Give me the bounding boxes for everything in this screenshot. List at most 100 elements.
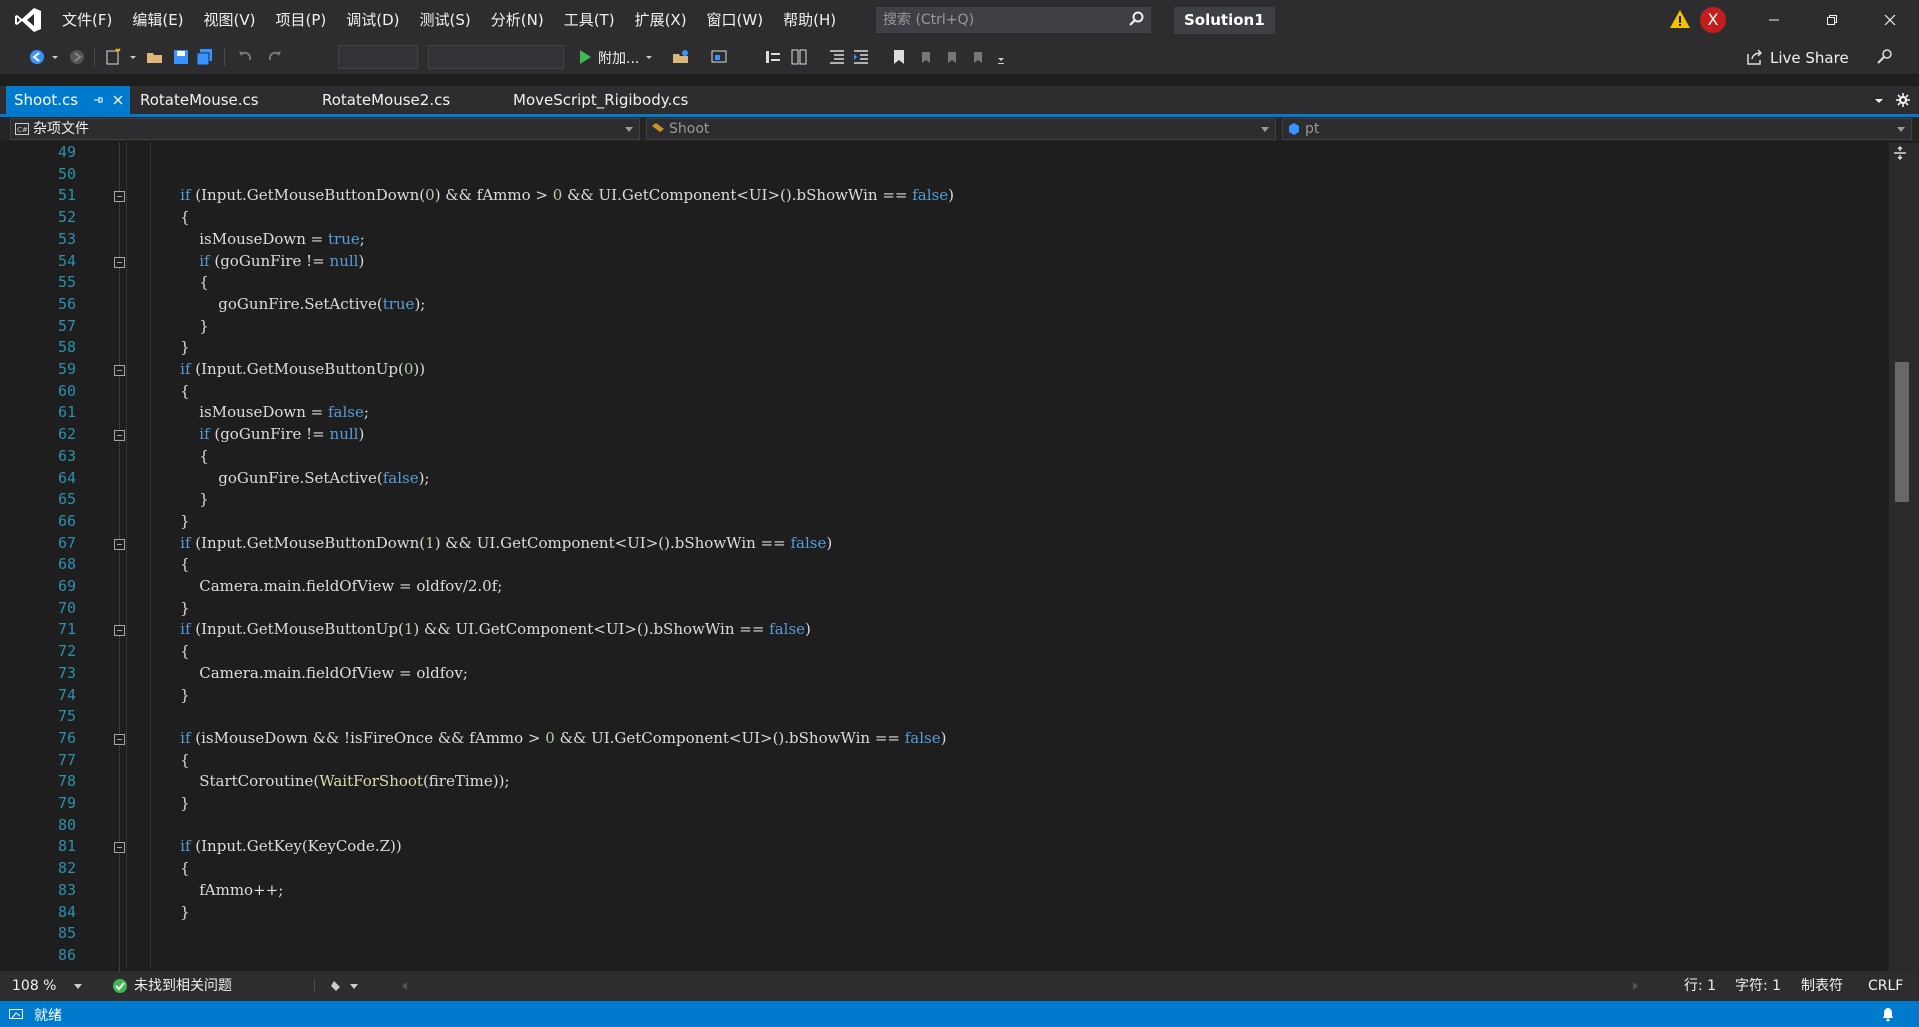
member-dropdown[interactable]: pt xyxy=(1282,118,1912,140)
tab-shoot-cs[interactable]: Shoot.cs xyxy=(6,86,130,114)
menu-item[interactable]: 窗口(W) xyxy=(697,0,774,40)
menu-item[interactable]: 测试(S) xyxy=(410,0,481,40)
prev-bookmark-icon[interactable] xyxy=(916,48,934,66)
tab-rotatemouse-cs[interactable]: RotateMouse.cs xyxy=(132,86,302,114)
split-editor-icon[interactable] xyxy=(1892,145,1908,161)
code-line[interactable]: { xyxy=(142,382,190,400)
notification-bell-icon[interactable] xyxy=(1880,1006,1896,1022)
play-icon[interactable] xyxy=(576,48,594,66)
menu-item[interactable]: 工具(T) xyxy=(554,0,625,40)
code-cleanup-icon[interactable] xyxy=(330,979,360,993)
next-bookmark-icon[interactable] xyxy=(942,48,960,66)
code-line[interactable]: } xyxy=(142,794,190,812)
code-line[interactable]: isMouseDown = true; xyxy=(142,230,365,248)
menu-item[interactable]: 视图(V) xyxy=(194,0,266,40)
scrollbar-thumb[interactable] xyxy=(1895,362,1909,502)
code-line[interactable]: goGunFire.SetActive(false); xyxy=(142,469,429,487)
solution-platform-dropdown[interactable] xyxy=(428,45,564,69)
menu-item[interactable]: 调试(D) xyxy=(336,0,409,40)
toolbar-overflow-icon[interactable] xyxy=(996,48,1006,66)
collapse-region-icon[interactable] xyxy=(114,365,125,376)
code-line[interactable]: isMouseDown = false; xyxy=(142,403,369,421)
scroll-left-icon[interactable] xyxy=(400,981,410,991)
settings-gear-icon[interactable] xyxy=(1896,93,1910,107)
feedback-icon[interactable] xyxy=(1876,48,1894,66)
code-line[interactable]: if (isMouseDown && !isFireOnce && fAmmo … xyxy=(142,729,946,747)
clear-bookmarks-icon[interactable] xyxy=(968,48,986,66)
restore-button[interactable] xyxy=(1803,0,1861,40)
search-input[interactable]: 搜索 (Ctrl+Q) xyxy=(876,7,1151,33)
bookmark-icon[interactable] xyxy=(890,48,908,66)
code-line[interactable]: { xyxy=(142,642,190,660)
code-line[interactable]: { xyxy=(142,208,190,226)
code-line[interactable]: if (goGunFire != null) xyxy=(142,252,364,270)
minimize-button[interactable] xyxy=(1745,0,1803,40)
close-window-button[interactable] xyxy=(1861,0,1919,40)
back-dropdown-icon[interactable] xyxy=(50,48,60,66)
search-icon[interactable] xyxy=(1128,11,1144,27)
screenshot-icon[interactable] xyxy=(710,48,728,66)
project-dropdown[interactable]: C# 杂项文件 xyxy=(10,118,640,140)
indent-icon[interactable] xyxy=(852,48,870,66)
attach-dropdown-icon[interactable] xyxy=(644,48,654,66)
code-line[interactable]: { xyxy=(142,555,190,573)
menu-item[interactable]: 扩展(X) xyxy=(625,0,697,40)
char-position[interactable]: 字符: 1 xyxy=(1735,975,1781,997)
live-share-button[interactable]: Live Share xyxy=(1770,49,1849,67)
code-line[interactable]: if (goGunFire != null) xyxy=(142,425,364,443)
step-icon[interactable] xyxy=(764,48,782,66)
menu-item[interactable]: 文件(F) xyxy=(52,0,122,40)
code-line[interactable]: { xyxy=(142,751,190,769)
tab-rotatemouse2-cs[interactable]: RotateMouse2.cs xyxy=(314,86,494,114)
undo-icon[interactable] xyxy=(236,48,254,66)
collapse-region-icon[interactable] xyxy=(114,430,125,442)
code-line[interactable]: if (Input.GetMouseButtonDown(1) && UI.Ge… xyxy=(142,534,832,552)
solution-configuration-dropdown[interactable] xyxy=(338,45,418,69)
menu-item[interactable]: 项目(P) xyxy=(266,0,337,40)
collapse-region-icon[interactable] xyxy=(114,191,125,203)
indent-mode[interactable]: 制表符 xyxy=(1801,975,1843,997)
forward-icon[interactable] xyxy=(68,48,86,66)
tab-list-dropdown-icon[interactable] xyxy=(1874,96,1884,106)
code-line[interactable]: { xyxy=(142,859,190,877)
attach-button[interactable]: 附加... xyxy=(598,48,639,68)
issues-indicator[interactable]: 未找到相关问题 xyxy=(112,975,232,997)
code-line[interactable]: Camera.main.fieldOfView = oldfov; xyxy=(142,664,468,682)
menu-item[interactable]: 帮助(H) xyxy=(773,0,846,40)
code-editor[interactable]: 49 50 51 52 53 54 55 56 57 58 59 60 61 62 63 64 65 66 67 68… xyxy=(0,143,1889,971)
layout-icon[interactable] xyxy=(790,48,808,66)
collapse-region-icon[interactable] xyxy=(114,256,125,268)
code-line[interactable]: if (Input.GetMouseButtonUp(1) && UI.GetC… xyxy=(142,620,811,638)
code-line[interactable]: Camera.main.fieldOfView = oldfov/2.0f; xyxy=(142,577,502,595)
new-project-icon[interactable] xyxy=(104,48,122,66)
code-line[interactable]: } xyxy=(142,512,190,530)
warning-icon[interactable] xyxy=(1669,9,1691,29)
code-line[interactable]: fAmmo++; xyxy=(142,881,283,899)
code-line[interactable]: } xyxy=(142,338,190,356)
close-tab-icon[interactable] xyxy=(112,94,124,106)
class-dropdown[interactable]: Shoot xyxy=(646,118,1276,140)
collapse-region-icon[interactable] xyxy=(114,733,125,745)
code-line[interactable]: if (Input.GetMouseButtonDown(0) && fAmmo… xyxy=(142,186,954,204)
outdent-icon[interactable] xyxy=(828,48,846,66)
horizontal-scrollbar[interactable] xyxy=(400,979,1640,993)
code-line[interactable]: { xyxy=(142,447,209,465)
code-line[interactable]: } xyxy=(142,903,190,921)
code-line[interactable]: } xyxy=(142,490,209,508)
collapse-region-icon[interactable] xyxy=(114,842,125,854)
zoom-dropdown[interactable]: 108 % xyxy=(4,975,84,997)
back-icon[interactable] xyxy=(28,48,46,66)
browse-icon[interactable] xyxy=(672,48,690,66)
save-all-icon[interactable] xyxy=(196,48,214,66)
code-line[interactable]: } xyxy=(142,599,190,617)
code-line[interactable]: StartCoroutine(WaitForShoot(fireTime)); xyxy=(142,772,509,790)
redo-icon[interactable] xyxy=(266,48,284,66)
account-avatar[interactable]: X xyxy=(1700,7,1726,33)
pin-icon[interactable] xyxy=(92,94,104,106)
collapse-region-icon[interactable] xyxy=(114,625,125,637)
line-position[interactable]: 行: 1 xyxy=(1684,975,1716,997)
line-ending[interactable]: CRLF xyxy=(1868,975,1903,997)
open-folder-icon[interactable] xyxy=(146,48,164,66)
code-line[interactable]: if (Input.GetMouseButtonUp(0)) xyxy=(142,360,425,378)
live-share-icon[interactable] xyxy=(1746,48,1764,66)
